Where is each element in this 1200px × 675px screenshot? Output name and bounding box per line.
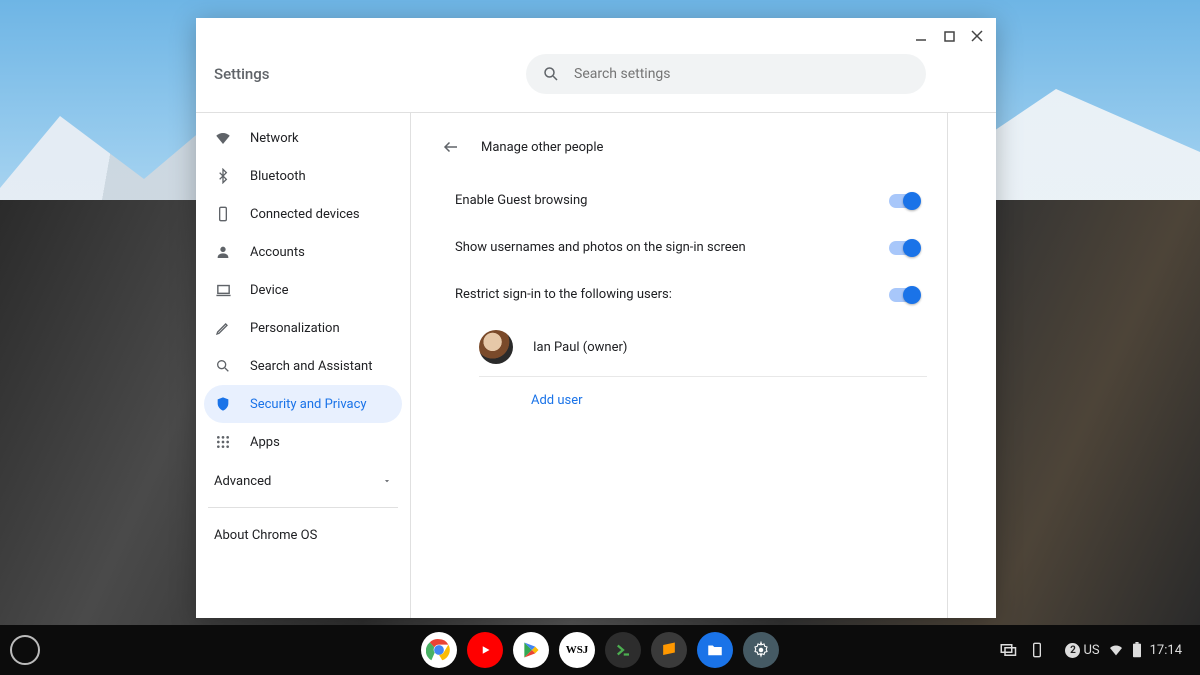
phone-icon [214,205,232,223]
sidebar-item-label: Connected devices [250,207,360,222]
launcher-button[interactable] [10,635,40,665]
sidebar: Network Bluetooth Connected devices Acco… [196,113,411,618]
minimize-button[interactable] [914,29,928,43]
battery-status-icon [1132,642,1142,658]
avatar [479,330,513,364]
user-name: Ian Paul (owner) [533,340,627,355]
setting-row-guest-browsing: Enable Guest browsing [431,177,927,224]
page-title: Manage other people [481,140,603,155]
sidebar-item-device[interactable]: Device [204,271,402,309]
back-button[interactable] [437,133,465,161]
sidebar-item-label: Personalization [250,321,340,336]
divider [208,507,398,508]
app-chrome[interactable] [421,632,457,668]
sidebar-item-security-privacy[interactable]: Security and Privacy [204,385,402,423]
sidebar-about[interactable]: About Chrome OS [204,514,402,557]
pencil-icon [214,319,232,337]
setting-label: Show usernames and photos on the sign-in… [455,240,746,255]
person-icon [214,243,232,261]
toggle-show-usernames[interactable] [889,241,919,255]
user-row: Ian Paul (owner) [431,318,927,376]
setting-label: Enable Guest browsing [455,193,587,208]
toggle-guest-browsing[interactable] [889,194,919,208]
sidebar-item-accounts[interactable]: Accounts [204,233,402,271]
search-input[interactable] [574,66,910,82]
sidebar-item-label: Bluetooth [250,169,306,184]
app-terminal[interactable] [605,632,641,668]
shelf: WSJ 2US 17:14 [0,625,1200,675]
add-user-button[interactable]: Add user [431,377,927,424]
maximize-button[interactable] [942,29,956,43]
search-icon [542,65,560,83]
sidebar-item-label: Apps [250,435,280,450]
app-sublime[interactable] [651,632,687,668]
ime-indicator: US [1083,643,1099,658]
app-wsj[interactable]: WSJ [559,632,595,668]
setting-label: Restrict sign-in to the following users: [455,287,672,302]
app-title: Settings [214,65,474,83]
sidebar-item-label: Accounts [250,245,305,260]
content-area: Manage other people Enable Guest browsin… [411,113,948,618]
clock: 17:14 [1150,643,1182,658]
app-settings[interactable] [743,632,779,668]
bluetooth-icon [214,167,232,185]
shield-icon [214,395,232,413]
sidebar-advanced[interactable]: Advanced [204,461,402,501]
system-tray[interactable]: 2US 17:14 [999,638,1190,662]
tray-overview-icon[interactable] [999,641,1017,659]
tray-phone-icon[interactable] [1029,642,1045,658]
notification-badge: 2 [1065,643,1080,658]
apps-grid-icon [214,433,232,451]
sidebar-item-label: Search and Assistant [250,359,373,374]
advanced-label: Advanced [214,474,271,489]
sidebar-item-personalization[interactable]: Personalization [204,309,402,347]
status-area[interactable]: 2US 17:14 [1057,638,1190,662]
header: Settings [196,54,996,112]
chevron-down-icon [382,476,392,486]
sidebar-item-network[interactable]: Network [204,119,402,157]
close-button[interactable] [970,29,984,43]
shelf-apps: WSJ [421,632,779,668]
app-youtube[interactable] [467,632,503,668]
search-bar[interactable] [526,54,926,94]
window-titlebar [196,18,996,54]
setting-row-show-usernames: Show usernames and photos on the sign-in… [431,224,927,271]
sidebar-item-search-assistant[interactable]: Search and Assistant [204,347,402,385]
right-margin [948,113,996,618]
sidebar-item-apps[interactable]: Apps [204,423,402,461]
settings-window: Settings Network Bluetooth Connected dev… [196,18,996,618]
sidebar-item-label: Network [250,131,299,146]
wifi-icon [214,129,232,147]
sidebar-item-label: Security and Privacy [250,397,367,412]
laptop-icon [214,281,232,299]
app-files[interactable] [697,632,733,668]
wifi-status-icon [1108,642,1124,658]
toggle-restrict-signin[interactable] [889,288,919,302]
search-icon [214,357,232,375]
sidebar-item-bluetooth[interactable]: Bluetooth [204,157,402,195]
sidebar-item-label: Device [250,283,289,298]
setting-row-restrict-signin: Restrict sign-in to the following users: [431,271,927,318]
app-play-store[interactable] [513,632,549,668]
sidebar-item-connected-devices[interactable]: Connected devices [204,195,402,233]
